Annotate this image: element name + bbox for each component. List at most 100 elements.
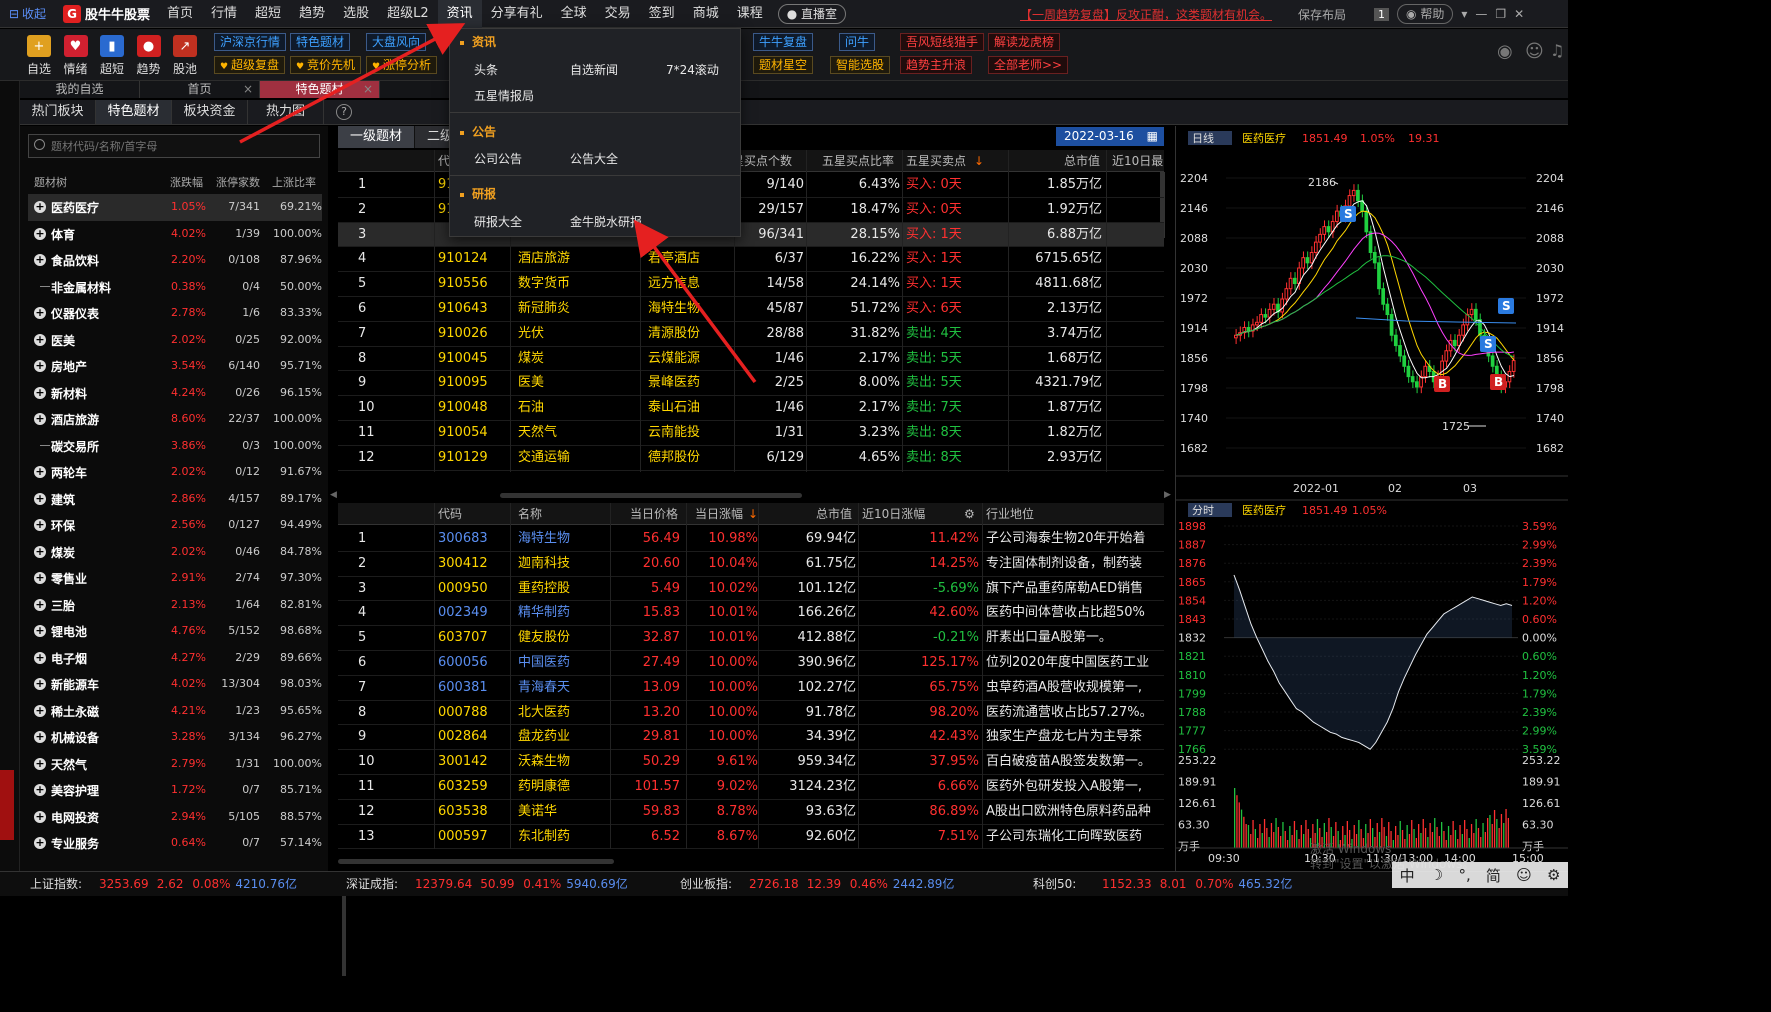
topic-table-row[interactable]: 9 910095 医美 景峰医药 2/25 8.00% 卖出: 5天 4321.79亿 [338, 371, 1164, 397]
menu-item[interactable]: 研报大全 [474, 213, 522, 230]
nav-item[interactable]: 商城 [684, 0, 728, 28]
expand-icon[interactable]: + [34, 704, 46, 717]
stock-table-row[interactable]: 6 600056 中国医药 27.49 10.00% 390.96亿 125.17% 位列20… [338, 651, 1164, 676]
topic-tree-row[interactable]: 非金属材料 0.38% 0/4 50.00% [28, 274, 322, 301]
topic-tree-row[interactable]: + 零售业 2.91% 2/74 97.30% [28, 565, 322, 592]
quick-link-button[interactable]: 吾风短线猎手 [900, 33, 985, 51]
topic-table-row[interactable]: 6 910643 新冠肺炎 海特生物 45/87 51.72% 买入: 6天 2.13万亿 [338, 297, 1164, 322]
menu-item[interactable]: 头条 [474, 61, 498, 78]
menu-item[interactable]: 金牛脱水研报 [570, 213, 642, 230]
expand-icon[interactable]: + [34, 837, 46, 849]
topic-tree-row[interactable]: + 电子烟 4.27% 2/29 89.66% [28, 645, 322, 672]
quick-link-button[interactable]: 特色题材 [290, 33, 351, 51]
topic-tree-row[interactable]: + 环保 2.56% 0/127 94.49% [28, 512, 322, 539]
stock-table-row[interactable]: 5 603707 健友股份 32.87 10.01% 412.88亿 -0.21% 肝素出口量… [338, 626, 1164, 651]
topic-tree-row[interactable]: + 三胎 2.13% 1/64 82.81% [28, 592, 322, 619]
topic-tree-row[interactable]: + 医药医疗 1.05% 7/341 69.21% [28, 194, 322, 221]
expand-icon[interactable]: + [34, 333, 46, 346]
nav-item[interactable]: 交易 [596, 0, 640, 28]
topic-tree-row[interactable]: + 天然气 2.79% 1/31 100.00% [28, 751, 322, 778]
left-collapse-arrow[interactable]: ◀ [330, 490, 337, 500]
restore-icon[interactable]: ❐ [1495, 7, 1506, 21]
tool-button[interactable]: + 自选 [22, 35, 56, 77]
stock-table-row[interactable]: 7 600381 青海春天 13.09 10.00% 102.27亿 65.75% 虫草药酒A… [338, 676, 1164, 701]
quick-link-button[interactable]: 沪深京行情 [214, 33, 287, 51]
expand-icon[interactable]: + [34, 678, 46, 690]
nav-item[interactable]: 首页 [158, 0, 202, 28]
topic-tree-row[interactable]: + 新能源车 4.02% 13/304 98.03% [28, 671, 322, 698]
minimize-icon[interactable]: — [1475, 7, 1487, 21]
close-tab-icon[interactable]: × [363, 81, 373, 98]
quick-link-button[interactable]: 大盘风向 [366, 33, 427, 51]
sub-tab[interactable]: 板块资金 [172, 100, 248, 124]
quick-link-button[interactable]: 全部老师>> [988, 56, 1069, 74]
tool-button[interactable]: ♥ 情绪 [59, 35, 93, 77]
expand-icon[interactable]: + [34, 227, 46, 240]
stock-table-hscroll[interactable] [338, 859, 614, 864]
topic-table-row[interactable]: 5 910556 数字货币 远方信息 14/58 24.14% 买入: 1天 4811.68亿 [338, 272, 1164, 297]
sub-tab[interactable]: 特色题材 [96, 100, 172, 124]
nav-item[interactable]: 行情 [202, 0, 246, 28]
quick-link-button[interactable]: 问牛 [839, 33, 876, 51]
quick-link-button[interactable]: 解读龙虎榜 [988, 33, 1061, 51]
topic-tree-row[interactable]: 碳交易所 3.86% 0/3 100.00% [28, 433, 322, 460]
topic-table-row[interactable]: 4 910124 酒店旅游 君亭酒店 6/37 16.22% 买入: 1天 6715.65亿 [338, 247, 1164, 273]
nav-item[interactable]: 分享有礼 [482, 0, 552, 28]
gear-icon[interactable]: ⚙ [964, 503, 975, 525]
menu-item[interactable]: 公告大全 [570, 150, 618, 167]
topic-tree-row[interactable]: + 房地产 3.54% 6/140 95.71% [28, 353, 322, 380]
expand-icon[interactable]: + [34, 413, 46, 425]
stock-table-row[interactable]: 11 603259 药明康德 101.57 9.02% 3124.23亿 6.66% 医药外包… [338, 775, 1164, 800]
ime-button[interactable]: 简 [1486, 865, 1501, 886]
index-charts[interactable]: 日线 医药医疗 1851.49 1.05% 19.312204 22042146 21462… [1176, 126, 1568, 871]
expand-icon[interactable]: + [34, 201, 46, 213]
page-tab[interactable]: 我的自选 [20, 81, 140, 98]
expand-icon[interactable]: + [34, 625, 46, 637]
headset-icon[interactable]: ♫ [1550, 41, 1564, 60]
live-room-button[interactable]: ● 直播室 [777, 3, 847, 24]
topic-search-input[interactable] [28, 134, 320, 158]
date-picker[interactable]: 2022-03-16 ▦ [1056, 127, 1164, 146]
expand-icon[interactable]: + [34, 519, 46, 531]
dropdown-icon[interactable]: ▾ [1461, 7, 1467, 21]
expand-icon[interactable]: + [34, 360, 46, 372]
menu-item[interactable]: 7*24滚动 [666, 61, 719, 78]
side-red-tab[interactable] [0, 770, 14, 840]
nav-item[interactable]: 选股 [334, 0, 378, 28]
topic-table-row[interactable]: 8 910045 煤炭 云煤能源 1/46 2.17% 卖出: 5天 1.68万亿 [338, 347, 1164, 372]
stock-table-row[interactable]: 10 300142 沃森生物 50.29 9.61% 959.34亿 37.95% 百白破疫苗… [338, 750, 1164, 775]
sub-tab[interactable]: 热门板块 [20, 100, 96, 124]
stock-table-row[interactable]: 9 002864 盘龙药业 29.81 10.00% 34.39亿 42.43% 独家生产盘龙… [338, 725, 1164, 751]
collapse-button[interactable]: ⊟ 收起 [0, 0, 55, 28]
nav-item[interactable]: 课程 [728, 0, 772, 28]
index-name[interactable]: 科创50: [1033, 872, 1076, 896]
topic-tree-row[interactable]: + 医美 2.02% 0/25 92.00% [28, 327, 322, 354]
stock-table-row[interactable]: 1 300683 海特生物 56.49 10.98% 69.94亿 11.42% 子公司海泰生… [338, 527, 1164, 552]
quick-link-button[interactable]: ♥ 超级复盘 [214, 56, 285, 74]
topic-tree-row[interactable]: + 美容护理 1.72% 0/7 85.71% [28, 777, 322, 804]
quick-link-button[interactable]: ♥ 涨停分析 [366, 56, 437, 74]
topic-tree-row[interactable]: + 锂电池 4.76% 5/152 98.68% [28, 618, 322, 645]
topic-tree-row[interactable]: + 机械设备 3.28% 3/134 96.27% [28, 724, 322, 751]
top-table-hscroll[interactable] [500, 493, 802, 498]
topic-tree-row[interactable]: + 煤炭 2.02% 0/46 84.78% [28, 539, 322, 566]
user-icon[interactable]: ☺ [1525, 41, 1544, 62]
expand-icon[interactable]: + [34, 784, 46, 796]
robot-icon[interactable]: ◉ [1497, 41, 1513, 62]
ime-button[interactable]: ☽ [1430, 866, 1443, 884]
quick-link-button[interactable]: ♥ 竞价先机 [290, 56, 361, 74]
topic-tree-row[interactable]: + 新材料 4.24% 0/26 96.15% [28, 380, 322, 407]
stock-table-row[interactable]: 13 000597 东北制药 6.52 8.67% 92.60亿 7.51% 子公司东瑞化工向… [338, 825, 1164, 850]
menu-item[interactable]: 自选新闻 [570, 61, 618, 78]
ime-button[interactable]: ⚙ [1547, 866, 1560, 884]
topic-table-row[interactable]: 11 910054 天然气 云南能投 1/31 3.23% 卖出: 8天 1.82万亿 [338, 421, 1164, 446]
expand-icon[interactable]: + [34, 651, 46, 664]
expand-icon[interactable]: + [34, 598, 46, 611]
topic-tree-row[interactable]: + 酒店旅游 8.60% 22/37 100.00% [28, 406, 322, 433]
stock-table-row[interactable]: 8 000788 北大医药 13.20 10.00% 91.78亿 98.20% 医药流通营收… [338, 701, 1164, 726]
ime-toolbar[interactable]: 中 ☽ °, 简 ☺ ⚙ [1392, 862, 1568, 888]
news-marquee[interactable]: 【一周趋势复盘】反攻正酣，这类题材有机会。 [1020, 6, 1272, 23]
help-button[interactable]: ◉ 帮助 [1397, 4, 1454, 24]
stock-table-row[interactable]: 12 603538 美诺华 59.83 8.78% 93.63亿 86.89% A股出口欧洲特… [338, 800, 1164, 825]
stock-table-row[interactable]: 3 000950 重药控股 5.49 10.02% 101.12亿 -5.69% 旗下产品重药… [338, 577, 1164, 602]
